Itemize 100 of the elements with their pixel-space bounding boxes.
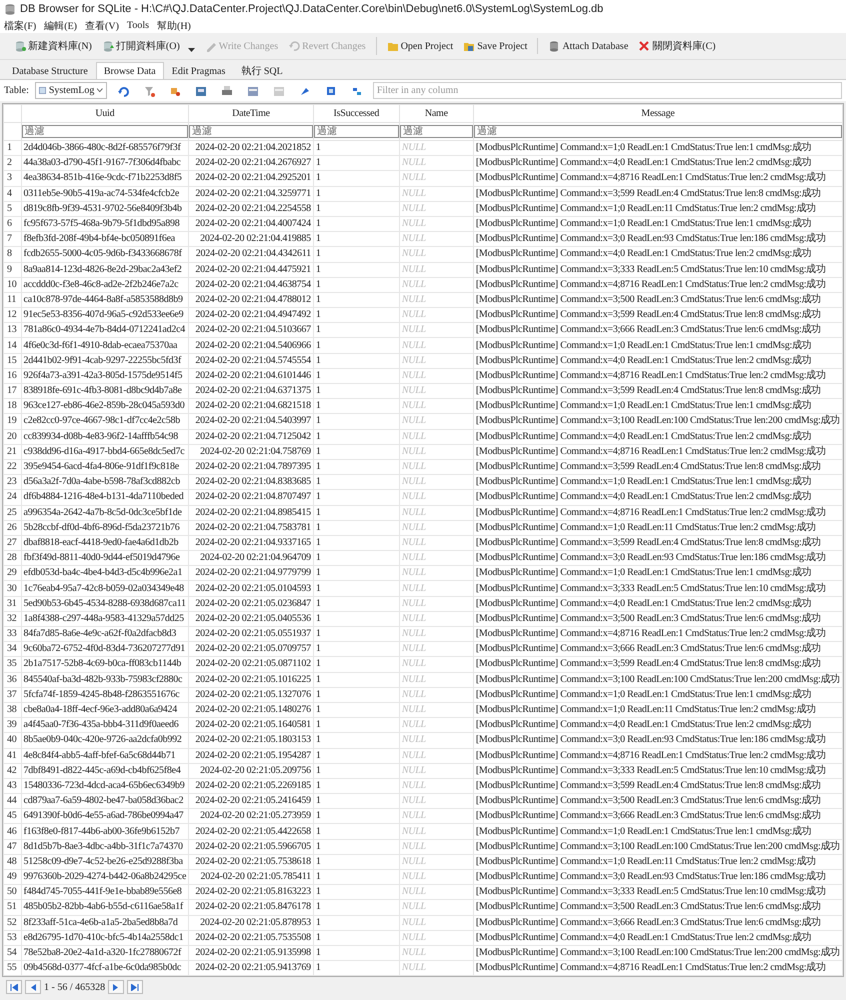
table-dropdown[interactable]: SystemLog (34, 82, 107, 99)
row-number[interactable]: 2 (4, 156, 21, 171)
filter-field[interactable]: Filter in any column (372, 82, 842, 99)
row-number[interactable]: 53 (4, 930, 21, 946)
row-number[interactable]: 21 (4, 444, 21, 460)
column-filter-field[interactable]: 過濾 (474, 125, 842, 138)
row-number[interactable]: 50 (4, 884, 21, 900)
row-number[interactable]: 4 (4, 186, 21, 202)
row-number[interactable]: 44 (4, 794, 21, 809)
column-header[interactable]: Uuid (21, 104, 189, 122)
row-number[interactable]: 45 (4, 808, 21, 824)
row-number[interactable]: 9 (4, 262, 21, 278)
row-number[interactable]: 49 (4, 870, 21, 885)
row-number[interactable]: 40 (4, 732, 21, 748)
toolbar-button[interactable]: Save Project (459, 38, 532, 54)
row-number[interactable]: 25 (4, 505, 21, 520)
table-cell: fbf3f49d-8811-40d0-9d44-ef5019d4796e (21, 550, 189, 566)
row-number[interactable]: 29 (4, 566, 21, 581)
row-number[interactable]: 12 (4, 308, 21, 323)
row-number[interactable]: 1 (4, 140, 21, 156)
menu-item[interactable]: 編輯(E) (44, 18, 78, 32)
toolbar-button[interactable]: 新建資料庫(N) (10, 37, 96, 55)
row-number[interactable]: 38 (4, 702, 21, 718)
tab[interactable]: Browse Data (96, 62, 164, 79)
row-number[interactable]: 32 (4, 611, 21, 626)
menu-item[interactable]: Tools (126, 20, 149, 31)
menu-item[interactable]: 幫助(H) (157, 18, 191, 32)
menu-item[interactable]: 檔案(F) (4, 18, 36, 32)
menu-item[interactable]: 查看(V) (85, 18, 119, 32)
column-filter-field[interactable]: 過濾 (189, 125, 313, 138)
table-cell: 2024-02-20 02:21:04.9779799 (188, 566, 314, 581)
row-number[interactable]: 54 (4, 945, 21, 961)
row-number[interactable]: 55 (4, 960, 21, 976)
row-number[interactable]: 15 (4, 353, 21, 368)
row-number[interactable]: 31 (4, 596, 21, 612)
row-number[interactable]: 5 (4, 201, 21, 216)
table-cell: 1 (313, 429, 400, 444)
first-page-button[interactable] (6, 980, 22, 994)
row-number[interactable]: 33 (4, 626, 21, 642)
column-header[interactable]: DateTime (188, 104, 314, 122)
previous-page-button[interactable] (25, 980, 41, 994)
column-filter-field[interactable]: 過濾 (22, 125, 188, 138)
row-number[interactable]: 20 (4, 429, 21, 444)
column-header[interactable]: IsSuccessed (313, 104, 400, 122)
row-number[interactable]: 8 (4, 246, 21, 262)
row-number[interactable]: 17 (4, 384, 21, 399)
print-icon[interactable] (220, 84, 233, 96)
table-cell: d56a3a2f-7d0a-4abe-b598-78af3cd882cb (21, 474, 189, 490)
row-number[interactable]: 43 (4, 778, 21, 794)
toolbar-button[interactable]: 關閉資料庫(C) (634, 37, 720, 55)
toolbar-button[interactable]: 打開資料庫(O) (98, 37, 199, 55)
row-number[interactable]: 27 (4, 535, 21, 551)
column-filter-field[interactable]: 過濾 (314, 125, 399, 138)
row-number[interactable]: 16 (4, 368, 21, 384)
row-number[interactable]: 34 (4, 642, 21, 657)
row-number[interactable]: 18 (4, 398, 21, 414)
toolbar-button[interactable]: Attach Database (544, 38, 632, 54)
tab[interactable]: Database Structure (4, 62, 96, 79)
row-number[interactable]: 37 (4, 687, 21, 702)
row-number[interactable]: 10 (4, 277, 21, 292)
table-cell: 2024-02-20 02:21:04.3259771 (188, 186, 314, 202)
row-number[interactable]: 24 (4, 490, 21, 505)
table-cell: NULL (399, 459, 474, 475)
row-number[interactable]: 3 (4, 170, 21, 186)
last-page-button[interactable] (127, 980, 144, 994)
row-number[interactable]: 23 (4, 474, 21, 490)
tab[interactable]: Edit Pragmas (164, 62, 234, 79)
row-number[interactable]: 41 (4, 748, 21, 764)
row-number[interactable]: 26 (4, 520, 21, 536)
column-filter-field[interactable]: 過濾 (400, 125, 473, 138)
row-number[interactable]: 11 (4, 292, 21, 308)
tab[interactable]: 執行 SQL (233, 62, 291, 79)
row-number[interactable]: 51 (4, 900, 21, 916)
row-number[interactable]: 14 (4, 338, 21, 354)
table-cell: cd879aa7-6a59-4802-be47-ba058d36bac2 (21, 794, 189, 809)
toolbar-button[interactable]: Open Project (382, 38, 458, 54)
window-title: DB Browser for SQLite - H:\C#\QJ.DataCenter.Project\QJ.DataCenter.Core\bin\Debug\net6.0\SystemLog\SystemLog.db (20, 3, 604, 15)
row-number[interactable]: 35 (4, 656, 21, 672)
row-number[interactable]: 52 (4, 915, 21, 930)
table-cell: NULL (399, 566, 474, 581)
row-number[interactable]: 22 (4, 459, 21, 475)
row-number[interactable]: 28 (4, 550, 21, 566)
row-number[interactable]: 47 (4, 839, 21, 854)
row-number[interactable]: 13 (4, 322, 21, 338)
filter-clear-icon[interactable] (142, 84, 155, 96)
row-number[interactable]: 42 (4, 763, 21, 778)
row-number[interactable]: 30 (4, 580, 21, 596)
row-number[interactable]: 36 (4, 672, 21, 688)
table-cell: 91ec5e53-8356-407d-96a5-c92d533ee6e9 (21, 308, 189, 323)
row-number[interactable]: 19 (4, 414, 21, 430)
column-header[interactable]: Name (399, 104, 474, 122)
column-header[interactable]: Message (473, 104, 842, 122)
row-number[interactable]: 48 (4, 854, 21, 870)
next-page-button[interactable] (108, 980, 124, 994)
row-number[interactable]: 7 (4, 232, 21, 247)
row-number[interactable]: 6 (4, 216, 21, 232)
refresh-icon[interactable] (116, 84, 129, 96)
table-cell: 2024-02-20 02:21:05.1327076 (188, 687, 314, 702)
row-number[interactable]: 39 (4, 718, 21, 733)
row-number[interactable]: 46 (4, 824, 21, 840)
